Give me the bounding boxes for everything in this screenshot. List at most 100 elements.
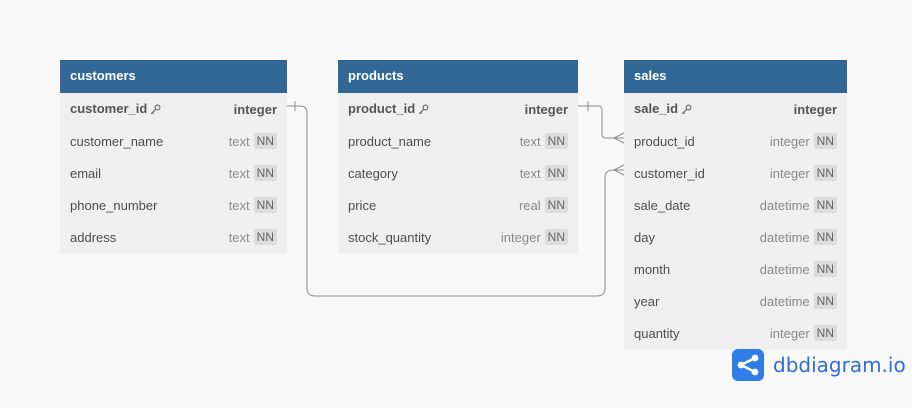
not-null-badge: NN [813, 261, 837, 277]
not-null-badge: NN [813, 165, 837, 181]
not-null-badge: NN [813, 133, 837, 149]
table-header[interactable]: products [338, 60, 578, 93]
field-row-address[interactable]: address text NN [60, 221, 287, 253]
not-null-badge: NN [253, 229, 277, 245]
field-type: integer [524, 101, 568, 117]
field-type: integer [769, 325, 810, 341]
field-type: datetime [759, 229, 810, 245]
field-name-text: email [70, 165, 102, 181]
field-type: text [228, 197, 250, 213]
not-null-badge: NN [253, 197, 277, 213]
field-type: datetime [759, 261, 810, 277]
field-name: sale_id [634, 101, 794, 118]
field-name-text: product_id [634, 133, 695, 149]
field-row-day[interactable]: day datetime NN [624, 221, 847, 253]
primary-key-icon [681, 103, 692, 118]
field-name: customer_id [634, 166, 770, 181]
field-name: product_name [348, 134, 520, 149]
field-row-sale-date[interactable]: sale_date datetime NN [624, 189, 847, 221]
field-row-sale-id[interactable]: sale_id integer [624, 93, 847, 125]
brand-logo-group[interactable]: dbdiagram.io [732, 349, 906, 381]
brand-name: dbdiagram.io [773, 353, 906, 377]
field-row-product-name[interactable]: product_name text NN [338, 125, 578, 157]
field-name-text: day [634, 229, 655, 245]
field-type: text [519, 133, 541, 149]
field-type: integer [793, 101, 837, 117]
field-name-text: customer_id [70, 100, 148, 116]
field-type: integer [769, 133, 810, 149]
field-name-text: product_name [348, 133, 432, 149]
not-null-badge: NN [813, 325, 837, 341]
field-type: datetime [759, 293, 810, 309]
field-name: stock_quantity [348, 230, 501, 245]
field-name: product_id [348, 101, 525, 118]
field-name-text: month [634, 261, 671, 277]
field-row-email[interactable]: email text NN [60, 157, 287, 189]
field-row-customer-id[interactable]: customer_id integer [60, 93, 287, 125]
not-null-badge: NN [544, 197, 568, 213]
field-type: text [228, 165, 250, 181]
table-customers[interactable]: customers customer_id integer customer_nam… [60, 60, 287, 253]
not-null-badge: NN [253, 133, 277, 149]
field-name-text: phone_number [70, 197, 158, 213]
field-row-phone-number[interactable]: phone_number text NN [60, 189, 287, 221]
field-name-text: year [634, 293, 660, 309]
field-name-text: stock_quantity [348, 229, 432, 245]
field-name-text: sale_id [634, 100, 679, 116]
dbdiagram-logo-icon [732, 349, 764, 381]
not-null-badge: NN [253, 165, 277, 181]
not-null-badge: NN [813, 293, 837, 309]
not-null-badge: NN [544, 165, 568, 181]
field-type: real [518, 197, 541, 213]
field-name: quantity [634, 326, 770, 341]
relation-products-sales[interactable] [578, 105, 624, 139]
field-name-text: address [70, 229, 117, 245]
field-row-product-id[interactable]: product_id integer NN [624, 125, 847, 157]
field-name: month [634, 262, 760, 277]
table-products[interactable]: products product_id integer product_name te… [338, 60, 578, 253]
table-header[interactable]: customers [60, 60, 287, 93]
table-header[interactable]: sales [624, 60, 847, 93]
field-row-category[interactable]: category text NN [338, 157, 578, 189]
field-row-customer-name[interactable]: customer_name text NN [60, 125, 287, 157]
field-row-year[interactable]: year datetime NN [624, 285, 847, 317]
field-row-quantity[interactable]: quantity integer NN [624, 317, 847, 349]
primary-key-icon [150, 103, 161, 118]
field-name: customer_name [70, 134, 229, 149]
primary-key-icon [418, 103, 429, 118]
field-name: product_id [634, 134, 770, 149]
field-name-text: customer_id [634, 165, 705, 181]
not-null-badge: NN [544, 229, 568, 245]
field-name: category [348, 166, 520, 181]
not-null-badge: NN [813, 197, 837, 213]
field-name-text: category [348, 165, 398, 181]
field-name: sale_date [634, 198, 760, 213]
not-null-badge: NN [544, 133, 568, 149]
field-row-product-id[interactable]: product_id integer [338, 93, 578, 125]
field-type: datetime [759, 197, 810, 213]
field-type: text [519, 165, 541, 181]
field-type: text [228, 229, 250, 245]
field-row-customer-id[interactable]: customer_id integer NN [624, 157, 847, 189]
field-row-price[interactable]: price real NN [338, 189, 578, 221]
field-name-text: product_id [348, 100, 416, 116]
field-name: customer_id [70, 101, 234, 118]
field-type: text [228, 133, 250, 149]
field-name-text: customer_name [70, 133, 164, 149]
table-sales[interactable]: sales sale_id integer product_id integer NN c… [624, 60, 847, 349]
field-type: integer [769, 165, 810, 181]
field-name: price [348, 198, 519, 213]
field-type: integer [233, 101, 277, 117]
field-name: year [634, 294, 760, 309]
field-type: integer [500, 229, 541, 245]
field-name-text: sale_date [634, 197, 691, 213]
field-name: address [70, 230, 229, 245]
not-null-badge: NN [813, 229, 837, 245]
field-row-month[interactable]: month datetime NN [624, 253, 847, 285]
field-name: phone_number [70, 198, 229, 213]
field-name: email [70, 166, 229, 181]
field-name-text: quantity [634, 325, 680, 341]
field-name: day [634, 230, 760, 245]
field-row-stock-quantity[interactable]: stock_quantity integer NN [338, 221, 578, 253]
field-name-text: price [348, 197, 377, 213]
